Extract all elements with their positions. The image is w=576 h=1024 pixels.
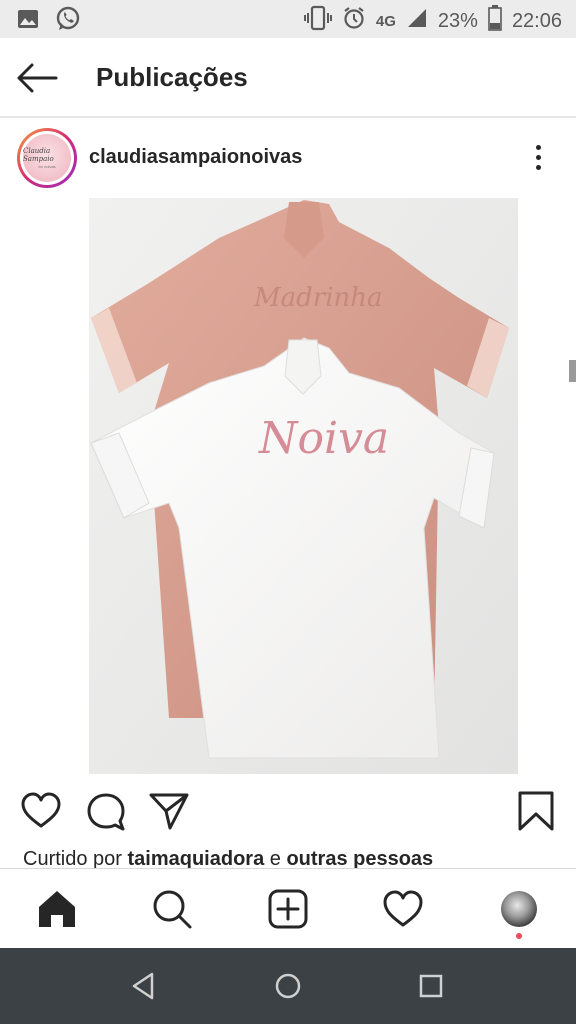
comment-button[interactable] bbox=[85, 790, 127, 832]
avatar-ring: Claudia Sampaio for noivas bbox=[20, 131, 74, 185]
bookmark-icon bbox=[518, 791, 554, 831]
system-home-button[interactable] bbox=[270, 968, 306, 1004]
system-recents-button[interactable] bbox=[413, 968, 449, 1004]
status-right: 4G 23% 22:06 bbox=[303, 5, 562, 37]
post-username[interactable]: claudiasampaionoivas bbox=[89, 146, 302, 169]
avatar[interactable]: Claudia Sampaio for noivas bbox=[17, 128, 77, 188]
nav-profile[interactable] bbox=[497, 887, 541, 939]
like-button[interactable] bbox=[20, 790, 62, 832]
status-bar: 4G 23% 22:06 bbox=[0, 0, 576, 38]
whatsapp-icon bbox=[54, 5, 82, 38]
system-back-button[interactable] bbox=[126, 968, 162, 1004]
back-button[interactable] bbox=[14, 58, 62, 98]
recents-square-icon bbox=[419, 974, 443, 998]
nav-search[interactable] bbox=[150, 887, 194, 931]
liked-by-joiner: e bbox=[269, 848, 281, 870]
embroidery-text: Noiva bbox=[258, 413, 389, 464]
app-bar: Publicações bbox=[0, 38, 576, 118]
dot bbox=[535, 145, 541, 150]
network-type: 4G bbox=[375, 12, 396, 30]
arrow-left-icon bbox=[17, 63, 58, 93]
share-button[interactable] bbox=[148, 790, 190, 832]
post-image[interactable]: Madrinha Noiva bbox=[89, 198, 518, 774]
clock: 22:06 bbox=[511, 9, 562, 32]
share-icon bbox=[149, 793, 189, 830]
nav-home[interactable] bbox=[35, 887, 79, 931]
robes-photo: Madrinha Noiva bbox=[89, 198, 518, 774]
search-icon bbox=[153, 890, 192, 929]
avatar-logo-subtext: for noivas bbox=[38, 164, 56, 169]
more-options-button[interactable] bbox=[526, 142, 550, 178]
home-circle-icon bbox=[275, 973, 301, 999]
battery-percent: 23% bbox=[437, 9, 478, 32]
nav-activity[interactable] bbox=[381, 887, 425, 931]
alarm-icon bbox=[342, 6, 366, 36]
notification-dot bbox=[516, 933, 522, 939]
comment-icon bbox=[87, 793, 125, 831]
system-nav bbox=[0, 948, 576, 1024]
post-action-bar bbox=[0, 785, 576, 835]
heart-icon bbox=[21, 792, 61, 828]
svg-text:Madrinha: Madrinha bbox=[253, 283, 383, 313]
activity-heart-icon bbox=[383, 890, 423, 927]
save-button[interactable] bbox=[515, 790, 557, 832]
avatar-logo: Claudia Sampaio for noivas bbox=[23, 134, 71, 182]
status-left bbox=[16, 5, 82, 38]
dot bbox=[535, 155, 541, 160]
screen: 4G 23% 22:06 Publicações Claudia Sampaio… bbox=[0, 0, 576, 1024]
vibrate-icon bbox=[303, 5, 332, 37]
post-header: Claudia Sampaio for noivas claudiasampai… bbox=[0, 120, 576, 195]
avatar-logo-text: Claudia Sampaio bbox=[23, 147, 54, 163]
home-icon bbox=[39, 891, 75, 927]
bottom-nav bbox=[0, 868, 576, 948]
add-post-icon bbox=[268, 889, 308, 929]
liked-by-prefix: Curtido por bbox=[23, 848, 122, 870]
back-triangle-icon bbox=[132, 972, 154, 1000]
liked-by-others[interactable]: outras pessoas bbox=[286, 848, 433, 870]
scroll-indicator[interactable] bbox=[569, 360, 576, 382]
image-icon bbox=[16, 7, 40, 36]
liked-by-user[interactable]: taimaquiadora bbox=[128, 848, 265, 870]
nav-add-post[interactable] bbox=[266, 887, 310, 931]
battery-icon bbox=[488, 5, 502, 37]
dot bbox=[535, 165, 541, 170]
signal-icon bbox=[406, 7, 428, 35]
page-title: Publicações bbox=[96, 62, 248, 92]
profile-avatar bbox=[501, 891, 537, 927]
